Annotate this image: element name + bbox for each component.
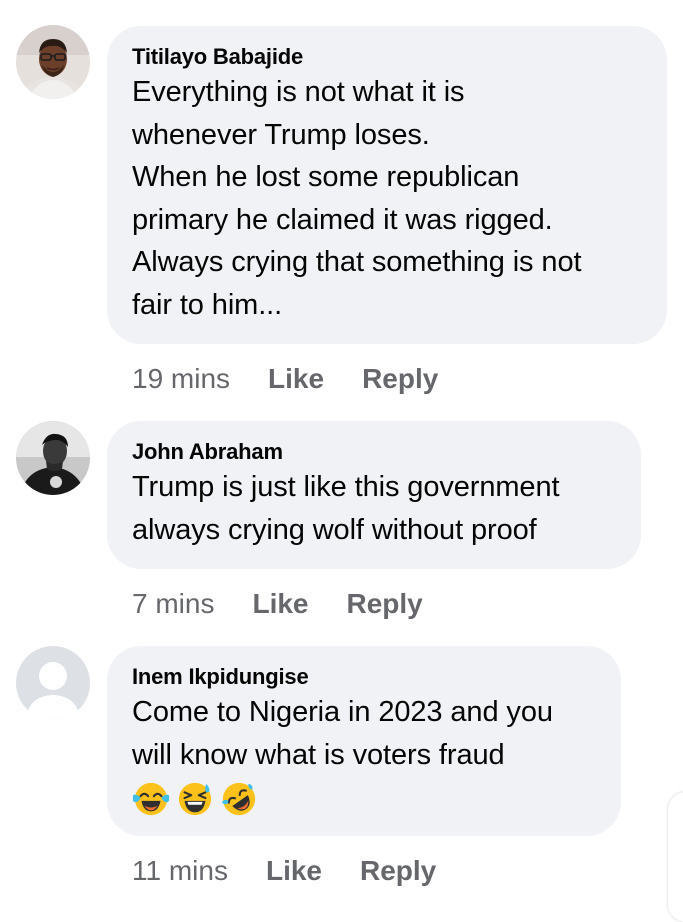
overlay-card-edge bbox=[668, 792, 683, 922]
avatar[interactable] bbox=[16, 646, 90, 720]
comment-text-line: Always crying that something is not bbox=[132, 246, 582, 278]
comment-emojis bbox=[132, 780, 597, 820]
comment-actions: 19 mins Like Reply bbox=[132, 362, 438, 396]
comment-timestamp[interactable]: 7 mins bbox=[132, 587, 214, 621]
comment-text-line: When he lost some republican bbox=[132, 161, 520, 193]
comment-author[interactable]: John Abraham bbox=[132, 439, 617, 465]
reply-button[interactable]: Reply bbox=[347, 587, 423, 621]
rolling-on-floor-laughing-icon bbox=[221, 782, 256, 816]
comment-text-line: whenever Trump loses. bbox=[132, 118, 430, 151]
comment-text: Everything is not what it is whenever Tr… bbox=[132, 71, 643, 326]
reply-button[interactable]: Reply bbox=[360, 854, 436, 888]
comment-author[interactable]: Titilayo Babajide bbox=[132, 44, 643, 70]
avatar[interactable] bbox=[16, 421, 90, 495]
comment-text-line: Come to Nigeria in 2023 and you bbox=[132, 696, 553, 728]
comment-text-line: primary he claimed it was rigged. bbox=[132, 203, 553, 236]
comment-timestamp[interactable]: 19 mins bbox=[132, 362, 230, 396]
comment-bubble: John Abraham Trump is just like this gov… bbox=[107, 421, 641, 569]
comment-text: Trump is just like this government alway… bbox=[132, 466, 617, 551]
avatar[interactable] bbox=[16, 25, 90, 99]
like-button[interactable]: Like bbox=[268, 362, 324, 396]
comment-text-line: Trump is just like this government bbox=[132, 471, 560, 503]
comment-author[interactable]: Inem Ikpidungise bbox=[132, 664, 597, 690]
reply-button[interactable]: Reply bbox=[362, 362, 438, 396]
comment-text-line: will know what is voters fraud bbox=[132, 738, 505, 771]
comment-text: Come to Nigeria in 2023 and you will kno… bbox=[132, 691, 597, 776]
comment-bubble: Inem Ikpidungise Come to Nigeria in 2023… bbox=[107, 646, 621, 836]
face-with-tears-of-joy-icon bbox=[132, 782, 170, 816]
profile-photo-icon bbox=[16, 421, 90, 495]
comment-actions: 11 mins Like Reply bbox=[132, 854, 436, 888]
comment-bubble: Titilayo Babajide Everything is not what… bbox=[107, 26, 667, 344]
default-avatar-icon bbox=[16, 646, 90, 720]
comment-actions: 7 mins Like Reply bbox=[132, 587, 423, 621]
comment-text-line: fair to him... bbox=[132, 288, 283, 321]
grinning-squinting-sweat-face-icon bbox=[178, 782, 212, 816]
profile-photo-icon bbox=[16, 25, 90, 99]
like-button[interactable]: Like bbox=[252, 587, 308, 621]
comment-text-line: always crying wolf without proof bbox=[132, 513, 537, 546]
comment-text-line: Everything is not what it is bbox=[132, 76, 465, 108]
comment-timestamp[interactable]: 11 mins bbox=[132, 854, 228, 888]
like-button[interactable]: Like bbox=[266, 854, 322, 888]
